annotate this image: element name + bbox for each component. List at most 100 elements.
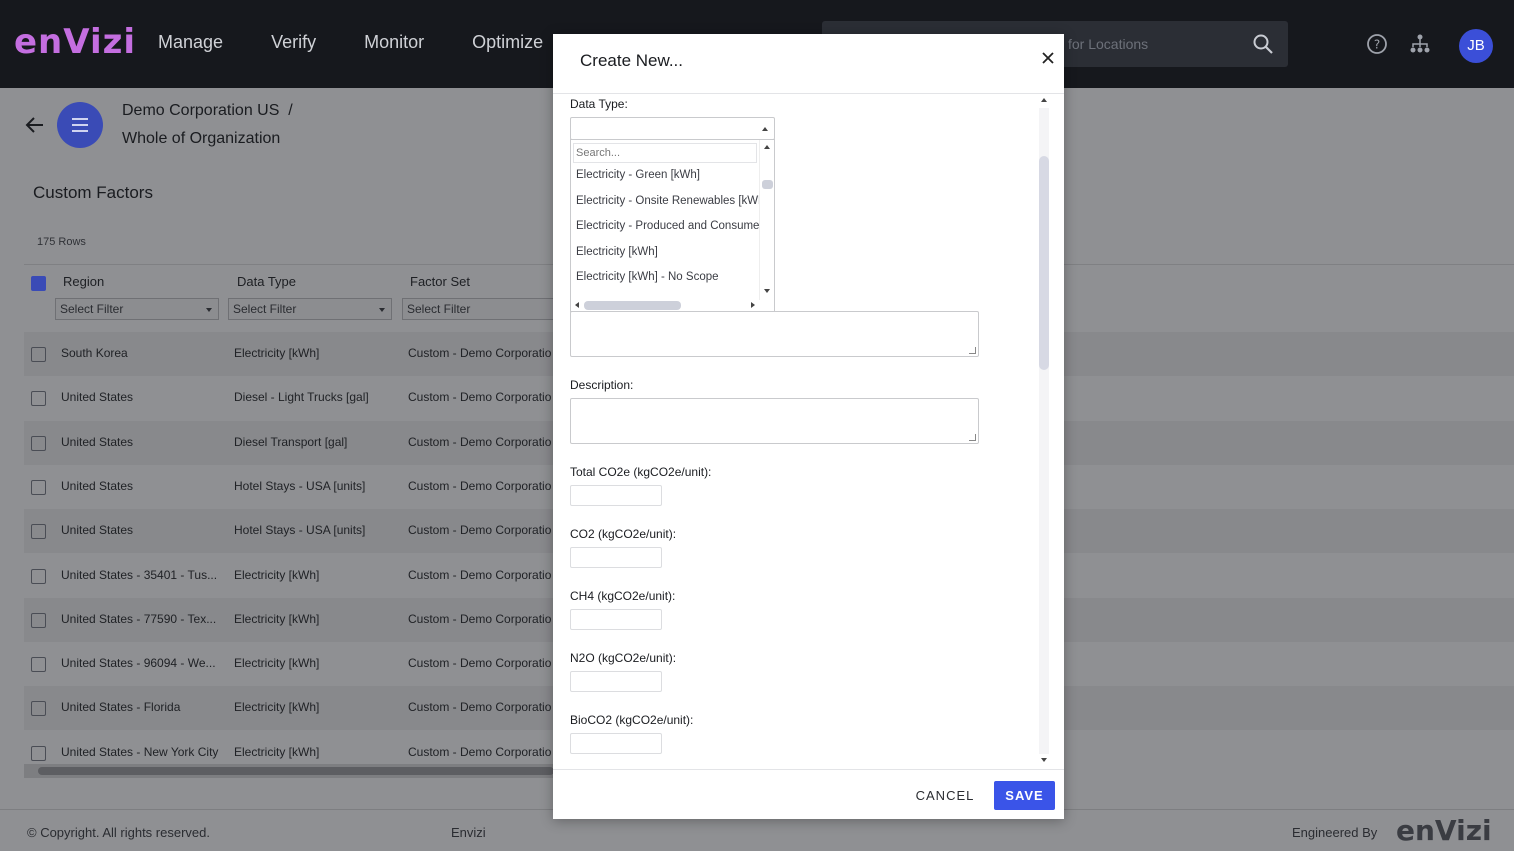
row-checkbox[interactable] <box>31 347 46 362</box>
cell-data-type: Electricity [kWh] <box>234 611 320 626</box>
cell-region: United States - 77590 - Tex... <box>61 611 217 626</box>
bioco2-input[interactable] <box>570 733 662 754</box>
envizi-logo[interactable]: enVizi <box>14 22 136 62</box>
cell-factor-set: Custom - Demo Corporatio <box>408 744 552 759</box>
cell-factor-set: Custom - Demo Corporatio <box>408 523 552 538</box>
cell-data-type: Hotel Stays - USA [units] <box>234 478 366 493</box>
row-checkbox[interactable] <box>31 745 46 761</box>
data-type-filter[interactable]: Select Filter <box>228 298 392 320</box>
footer-envizi-link[interactable]: Envizi <box>451 825 486 840</box>
row-count: 175 Rows <box>37 236 86 248</box>
row-checkbox[interactable] <box>31 657 46 673</box>
modal-header-divider <box>553 93 1064 94</box>
ch4-input[interactable] <box>570 609 662 630</box>
factor-set-filter[interactable]: Select Filter <box>402 298 562 320</box>
row-checkbox[interactable] <box>31 701 46 717</box>
cell-data-type: Diesel Transport [gal] <box>234 434 348 449</box>
nav-verify[interactable]: Verify <box>271 32 316 53</box>
dropdown-option[interactable]: Electricity [kWh] - No Scope <box>576 271 759 283</box>
cell-data-type: Electricity [kWh] <box>234 346 320 360</box>
grid-horizontal-scrollbar[interactable] <box>24 764 554 778</box>
dropdown-option[interactable]: Electricity - Produced and Consumed <box>576 220 759 232</box>
row-checkbox[interactable] <box>31 524 46 540</box>
dropdown-option[interactable]: Electricity [kWh] <box>576 246 759 258</box>
cell-factor-set: Custom - Demo Corporatio <box>408 434 552 449</box>
org-hierarchy-icon[interactable] <box>1409 33 1431 55</box>
name-textarea[interactable] <box>570 311 979 357</box>
co2-label: CO2 (kgCO2e/unit): <box>570 527 677 541</box>
column-header-data-type[interactable]: Data Type <box>237 274 296 289</box>
cell-factor-set: Custom - Demo Corporatio <box>408 656 552 671</box>
search-icon[interactable] <box>1252 33 1274 55</box>
cell-region: United States - 35401 - Tus... <box>61 567 218 582</box>
hierarchy-menu-button[interactable] <box>57 102 103 148</box>
data-type-label: Data Type: <box>570 97 628 111</box>
bioco2-label: BioCO2 (kgCO2e/unit): <box>570 713 694 727</box>
cell-data-type: Electricity [kWh] <box>234 656 320 671</box>
cell-region: South Korea <box>61 346 128 360</box>
select-all-checkbox[interactable] <box>31 276 46 291</box>
data-type-select[interactable] <box>570 117 775 140</box>
description-textarea[interactable] <box>570 398 979 444</box>
page-title: Custom Factors <box>33 183 153 202</box>
cell-region: United States - New York City <box>61 744 219 759</box>
cell-data-type: Electricity [kWh] <box>234 567 320 582</box>
description-label: Description: <box>570 378 634 392</box>
cell-factor-set: Custom - Demo Corporatio <box>408 700 552 715</box>
ch4-label: CH4 (kgCO2e/unit): <box>570 589 676 603</box>
row-checkbox[interactable] <box>31 612 46 628</box>
cell-data-type: Electricity [kWh] <box>234 744 320 759</box>
cell-factor-set: Custom - Demo Corporatio <box>408 346 552 360</box>
footer-logo: enVizi <box>1396 814 1492 847</box>
dropdown-search-input[interactable]: Search... <box>573 143 757 163</box>
cell-data-type: Hotel Stays - USA [units] <box>234 523 366 538</box>
user-avatar[interactable]: JB <box>1459 29 1493 63</box>
nav-manage[interactable]: Manage <box>158 32 223 53</box>
dropdown-option[interactable]: Electricity - Green [kWh] <box>576 169 759 181</box>
search-placeholder: for Locations <box>1068 36 1149 52</box>
cell-region: United States - 96094 - We... <box>61 656 216 671</box>
save-button[interactable]: SAVE <box>994 781 1055 810</box>
nav-monitor[interactable]: Monitor <box>364 32 424 53</box>
cell-data-type: Electricity [kWh] <box>234 700 320 715</box>
column-header-region[interactable]: Region <box>63 274 104 289</box>
main-nav: Manage Verify Monitor Optimize <box>158 32 591 53</box>
create-new-modal: Create New... Data Type: Search... Elect… <box>553 34 1064 819</box>
n2o-input[interactable] <box>570 671 662 692</box>
total-co2e-label: Total CO2e (kgCO2e/unit): <box>570 465 712 479</box>
breadcrumb-scope[interactable]: Whole of Organization <box>122 130 280 148</box>
breadcrumb-org[interactable]: Demo Corporation US / <box>122 102 293 120</box>
back-arrow-icon[interactable] <box>24 114 46 136</box>
cell-region: United States - Florida <box>61 700 181 715</box>
cell-region: United States <box>61 523 134 538</box>
column-header-factor-set[interactable]: Factor Set <box>410 274 470 289</box>
modal-footer-divider <box>553 769 1064 770</box>
copyright-text: © Copyright. All rights reserved. <box>27 825 210 840</box>
modal-vertical-scrollbar[interactable] <box>1037 96 1051 766</box>
cell-region: United States <box>61 434 134 449</box>
data-type-dropdown: Search... Electricity - Green [kWh] Elec… <box>570 139 775 312</box>
cell-factor-set: Custom - Demo Corporatio <box>408 611 552 626</box>
cell-region: United States <box>61 478 134 493</box>
co2-input[interactable] <box>570 547 662 568</box>
region-filter[interactable]: Select Filter <box>55 298 219 320</box>
cell-factor-set: Custom - Demo Corporatio <box>408 390 552 405</box>
nav-optimize[interactable]: Optimize <box>472 32 543 53</box>
cell-factor-set: Custom - Demo Corporatio <box>408 478 552 493</box>
engineered-by-text: Engineered By <box>1292 825 1378 840</box>
total-co2e-input[interactable] <box>570 485 662 506</box>
cell-factor-set: Custom - Demo Corporatio <box>408 567 552 582</box>
close-icon[interactable] <box>1041 51 1055 65</box>
row-checkbox[interactable] <box>31 568 46 584</box>
dropdown-option[interactable]: Electricity - Onsite Renewables [kWh] <box>576 195 759 207</box>
row-checkbox[interactable] <box>31 391 46 407</box>
row-checkbox[interactable] <box>31 479 46 495</box>
cell-region: United States <box>61 390 134 405</box>
help-icon[interactable]: ? <box>1366 33 1388 55</box>
modal-title: Create New... <box>580 51 683 70</box>
row-checkbox[interactable] <box>31 435 46 451</box>
dropdown-vertical-scrollbar[interactable] <box>759 140 774 300</box>
cell-data-type: Diesel - Light Trucks [gal] <box>234 390 369 405</box>
cancel-button[interactable]: CANCEL <box>905 781 985 809</box>
svg-text:?: ? <box>1374 38 1380 52</box>
